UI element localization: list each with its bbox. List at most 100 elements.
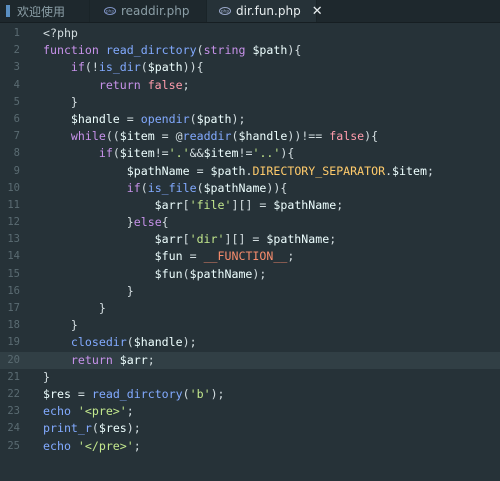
code-text: $fun = __FUNCTION__;: [20, 248, 295, 265]
code-token: '<pre>': [77, 404, 127, 419]
code-line[interactable]: 22 $res = read_dirctory('b');: [0, 386, 500, 403]
tab-label: dir.fun.php: [236, 4, 301, 18]
code-token: .: [385, 163, 393, 178]
tab-welcome[interactable]: 欢迎使用: [0, 0, 90, 22]
code-text: $arr['file'][] = $pathName;: [20, 197, 344, 214]
code-line[interactable]: 4 return false;: [0, 77, 500, 94]
code-line[interactable]: 17 }: [0, 300, 500, 317]
code-line[interactable]: 1 <?php: [0, 25, 500, 42]
code-token: );: [210, 386, 225, 401]
php-file-icon: php: [219, 5, 231, 17]
code-line[interactable]: 2 function read_dirctory(string $path){: [0, 42, 500, 59]
code-token: )){: [182, 60, 204, 75]
code-line[interactable]: 14 $fun = __FUNCTION__;: [0, 248, 500, 265]
code-token: function: [43, 43, 106, 58]
code-token: (: [112, 146, 120, 161]
code-token: ;: [426, 163, 434, 178]
code-token: }: [43, 94, 78, 109]
code-line[interactable]: 24 print_r($res);: [0, 420, 500, 437]
code-token: $arr: [43, 197, 183, 212]
line-number: 19: [7, 336, 20, 349]
line-number: 20: [7, 353, 20, 366]
code-token: ][] =: [231, 197, 274, 212]
line-number: 9: [13, 164, 20, 177]
code-line[interactable]: 21}: [0, 369, 500, 386]
code-line[interactable]: 18 }: [0, 317, 500, 334]
code-token: if: [43, 60, 85, 75]
code-token: (: [91, 421, 99, 436]
code-editor[interactable]: 1 <?php 2 function read_dirctory(string $pa…: [0, 25, 500, 481]
code-token: $handle: [238, 129, 288, 144]
code-line[interactable]: 9 $pathName = $path.DIRECTORY_SEPARATOR.…: [0, 163, 500, 180]
code-line[interactable]: 25 echo '</pre>';: [0, 438, 500, 455]
code-token: =: [182, 249, 204, 264]
line-number: 6: [13, 112, 20, 125]
code-token: ;: [287, 249, 295, 264]
code-token: $pathName: [189, 266, 253, 281]
line-number: 12: [7, 216, 20, 229]
line-number: 21: [7, 370, 20, 383]
code-token: $item: [203, 146, 239, 161]
line-number: 24: [7, 422, 20, 435]
code-token: }: [43, 215, 134, 230]
code-text: if(is_file($pathName)){: [20, 180, 288, 197]
code-token: '.': [168, 146, 190, 161]
line-number: 15: [7, 267, 20, 280]
line-number: 17: [7, 302, 20, 314]
code-token: &&: [189, 146, 204, 161]
code-token: ;: [329, 232, 337, 247]
code-token: print_r: [43, 421, 92, 436]
code-token: !=: [154, 146, 169, 161]
code-token: $path: [252, 43, 288, 58]
code-line[interactable]: 19 closedir($handle);: [0, 334, 500, 351]
code-line[interactable]: 8 if($item!='.'&&$item!='..'){: [0, 145, 500, 162]
code-token: false: [329, 129, 365, 144]
code-token: $arr: [43, 232, 183, 247]
code-text: }: [20, 317, 78, 334]
tab-readdir[interactable]: php readdir.php: [90, 0, 207, 22]
code-token: '..': [252, 146, 281, 161]
line-number: 18: [7, 319, 20, 332]
close-icon[interactable]: ✕: [312, 4, 323, 19]
code-line[interactable]: 7 while(($item = @readdir($handle))!== f…: [0, 128, 500, 145]
code-token: if: [43, 146, 113, 161]
code-text: }: [20, 94, 78, 111]
code-token: $fun: [43, 249, 183, 264]
code-token: {: [161, 215, 169, 230]
line-number: 3: [13, 61, 20, 74]
code-text: if(!is_dir($path)){: [20, 59, 204, 76]
code-token: (!: [84, 60, 99, 75]
code-line[interactable]: 12 }else{: [0, 214, 500, 231]
code-line[interactable]: 6 $handle = opendir($path);: [0, 111, 500, 128]
line-number: 5: [13, 95, 20, 108]
svg-text:php: php: [221, 9, 230, 15]
code-token: $pathName: [203, 180, 267, 195]
code-line[interactable]: 15 $fun($pathName);: [0, 266, 500, 283]
code-token: (: [140, 60, 148, 75]
code-text: closedir($handle);: [20, 334, 197, 351]
code-line[interactable]: 11 $arr['file'][] = $pathName;: [0, 197, 500, 214]
code-line[interactable]: 5 }: [0, 94, 500, 111]
code-token: );: [126, 421, 141, 436]
code-text: $handle = opendir($path);: [20, 111, 246, 128]
code-line[interactable]: 13 $arr['dir'][] = $pathName;: [0, 231, 500, 248]
code-line[interactable]: 20 return $arr;: [0, 351, 500, 369]
code-token: $pathName: [273, 197, 337, 212]
code-token: $fun: [43, 266, 183, 281]
code-token: 'file': [189, 197, 232, 212]
code-token: =: [189, 163, 211, 178]
code-token: __FUNCTION__: [203, 249, 288, 264]
code-text: if($item!='.'&&$item!='..'){: [20, 145, 295, 162]
code-line[interactable]: 23 echo '<pre>';: [0, 403, 500, 420]
code-line[interactable]: 3 if(!is_dir($path)){: [0, 59, 500, 76]
code-token: $path: [147, 60, 183, 75]
code-token: );: [231, 111, 246, 126]
code-text: function read_dirctory(string $path){: [20, 42, 301, 59]
code-line[interactable]: 16 }: [0, 283, 500, 300]
tab-dir-fun[interactable]: php dir.fun.php ✕: [207, 0, 323, 22]
code-line[interactable]: 10 if(is_file($pathName)){: [0, 180, 500, 197]
code-token: ){: [364, 129, 379, 144]
code-token: [: [182, 232, 190, 247]
code-token: read_dirctory: [105, 43, 197, 58]
code-text: <?php: [20, 25, 78, 42]
